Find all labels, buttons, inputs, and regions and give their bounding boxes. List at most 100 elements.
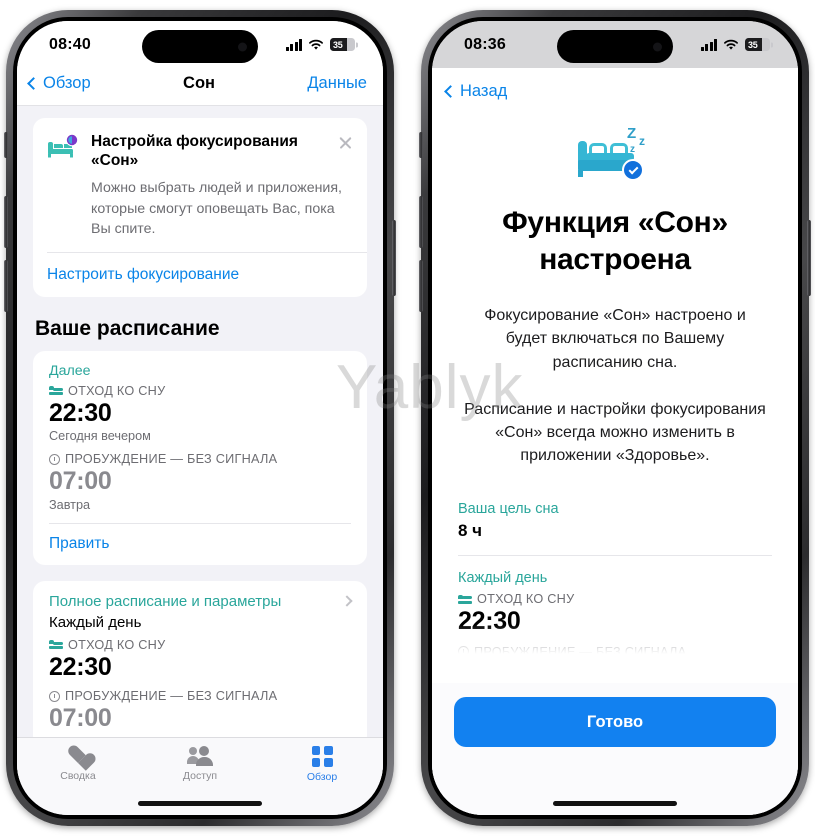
volume-down-button[interactable]: [4, 260, 8, 312]
silent-switch[interactable]: [4, 132, 8, 158]
full-schedule-link-label: Полное расписание и параметры: [49, 592, 282, 610]
daily-schedule-label: Каждый день: [458, 570, 548, 587]
left-phone-frame: 08:40 35 Обзор Сон Данные Настройка фоку…: [4, 10, 396, 826]
battery-icon: 35: [745, 38, 773, 51]
wake-value: 07:00: [49, 467, 112, 496]
heart-icon: [67, 746, 89, 766]
right-phone-screen: 08:36 35 Назад Z z z Функция «Сон» настр…: [432, 21, 798, 815]
sleep-goal-label: Ваша цель сна: [458, 501, 559, 518]
battery-level: 35: [333, 39, 343, 50]
alarm-clock-icon: [458, 646, 469, 658]
left-phone-screen: 08:40 35 Обзор Сон Данные Настройка фоку…: [17, 21, 383, 815]
full-schedule-body: Полное расписание и параметры Каждый ден…: [33, 581, 367, 748]
signal-bars-icon: [700, 39, 717, 51]
hero-title: Функция «Сон» настроена: [502, 206, 728, 276]
bed-icon: [458, 594, 472, 604]
tab-summary-label: Сводка: [60, 770, 96, 782]
zzz-icon: Zzz: [627, 125, 645, 155]
r-bedtime-value: 22:30: [458, 607, 521, 636]
banner-header: Настройка фокусирования «Сон»: [33, 118, 367, 172]
left-scroll-content: Настройка фокусирования «Сон» Можно выбр…: [17, 106, 383, 809]
status-time: 08:36: [464, 35, 506, 53]
full-schedule-card[interactable]: Полное расписание и параметры Каждый ден…: [33, 580, 367, 748]
wifi-icon: [724, 39, 738, 50]
wake-label: ПРОБУЖДЕНИЕ — БЕЗ СИГНАЛА: [65, 452, 278, 467]
sleep-goal-value: 8 ч: [458, 521, 483, 541]
hero-paragraph-1: Фокусирование «Сон» настроено и будет вк…: [484, 307, 746, 371]
tab-summary[interactable]: Сводка: [17, 746, 139, 782]
divider: [458, 555, 772, 557]
battery-level: 35: [748, 39, 758, 50]
focus-setup-banner: Настройка фокусирования «Сон» Можно выбр…: [33, 118, 367, 297]
next-kicker: Далее: [49, 362, 91, 379]
r-bedtime-row: ОТХОД КО СНУ: [458, 592, 772, 606]
edit-schedule-button[interactable]: Править: [49, 524, 351, 565]
nav-back-button[interactable]: Назад: [444, 82, 782, 101]
volume-up-button[interactable]: [419, 196, 423, 248]
power-button[interactable]: [392, 220, 396, 296]
front-camera-icon: [653, 42, 662, 51]
next-schedule-body: Далее ОТХОД КО СНУ 22:30 Сегодня вечером…: [33, 351, 367, 565]
volume-up-button[interactable]: [4, 196, 8, 248]
right-scroll-content: Назад Zzz Функция «Сон» настроена Фокуси…: [432, 68, 798, 815]
next-schedule-card: Далее ОТХОД КО СНУ 22:30 Сегодня вечером…: [33, 350, 367, 565]
volume-down-button[interactable]: [419, 260, 423, 312]
checkmark-badge-icon: [622, 159, 644, 181]
right-phone-bezel: 08:36 35 Назад Z z z Функция «Сон» настр…: [428, 17, 802, 819]
tab-sharing-label: Доступ: [182, 770, 218, 782]
left-navbar: Обзор Сон Данные: [17, 68, 383, 106]
nav-back-button[interactable]: Обзор: [27, 74, 91, 93]
setup-focus-button[interactable]: Настроить фокусирование: [33, 253, 367, 297]
alarm-clock-icon: [49, 690, 60, 702]
right-navbar: Назад: [432, 68, 798, 105]
bed-clock-icon: [47, 133, 81, 160]
full-bedtime-row: ОТХОД КО СНУ: [49, 638, 351, 652]
left-status-bar: 08:40 35: [17, 21, 383, 68]
power-button[interactable]: [807, 220, 811, 296]
full-wake-value: 07:00: [49, 704, 112, 733]
full-bedtime-value: 22:30: [49, 652, 112, 681]
grid-icon: [311, 746, 333, 767]
cta-footer: Готово: [432, 683, 798, 815]
home-indicator[interactable]: [138, 801, 262, 806]
battery-icon: 35: [330, 38, 358, 51]
nav-data-button[interactable]: Данные: [307, 74, 367, 93]
signal-bars-icon: [285, 39, 302, 51]
full-bedtime-label: ОТХОД КО СНУ: [68, 637, 166, 652]
bedtime-sub: Сегодня вечером: [49, 429, 151, 444]
right-phone-frame: 08:36 35 Назад Z z z Функция «Сон» настр…: [419, 10, 811, 826]
bedtime-label: ОТХОД КО СНУ: [68, 383, 166, 398]
banner-title: Настройка фокусирования «Сон»: [91, 133, 298, 170]
r-bedtime-label: ОТХОД КО СНУ: [477, 592, 575, 607]
silent-switch[interactable]: [419, 132, 423, 158]
banner-text-block: Настройка фокусирования «Сон»: [91, 132, 328, 170]
bedtime-row: ОТХОД КО СНУ: [49, 384, 351, 398]
banner-description: Можно выбрать людей и приложения, которы…: [91, 180, 342, 238]
nav-back-label: Обзор: [43, 74, 91, 92]
chevron-left-icon: [27, 77, 40, 90]
screenshot-stage: 08:40 35 Обзор Сон Данные Настройка фоку…: [0, 0, 815, 836]
tab-sharing[interactable]: Доступ: [139, 746, 261, 782]
nav-back-label: Назад: [460, 82, 508, 100]
bed-zzz-check-icon: Zzz: [576, 125, 654, 183]
alarm-clock-icon: [49, 453, 60, 465]
bedtime-value: 22:30: [49, 398, 112, 427]
full-schedule-header[interactable]: Полное расписание и параметры: [49, 592, 353, 610]
done-button[interactable]: Готово: [454, 697, 776, 747]
status-indicators: 35: [700, 38, 773, 51]
section-title-schedule: Ваше расписание: [35, 316, 220, 340]
bed-icon: [49, 640, 63, 650]
hero-icon-wrap: Zzz: [432, 125, 798, 183]
wake-row: ПРОБУЖДЕНИЕ — БЕЗ СИГНАЛА: [49, 452, 351, 466]
front-camera-icon: [238, 42, 247, 51]
tab-browse[interactable]: Обзор: [261, 746, 383, 783]
left-phone-bezel: 08:40 35 Обзор Сон Данные Настройка фоку…: [13, 17, 387, 819]
full-wake-row: ПРОБУЖДЕНИЕ — БЕЗ СИГНАЛА: [49, 689, 351, 703]
wifi-icon: [309, 39, 323, 50]
details-section: Ваша цель сна 8 ч Каждый день ОТХОД КО С…: [432, 501, 798, 659]
full-wake-label: ПРОБУЖДЕНИЕ — БЕЗ СИГНАЛА: [65, 689, 278, 704]
r-wake-label: ПРОБУЖДЕНИЕ — БЕЗ СИГНАЛА: [474, 644, 687, 659]
home-indicator[interactable]: [553, 801, 677, 806]
close-icon[interactable]: [338, 135, 353, 150]
right-status-bar: 08:36 35: [432, 21, 798, 68]
